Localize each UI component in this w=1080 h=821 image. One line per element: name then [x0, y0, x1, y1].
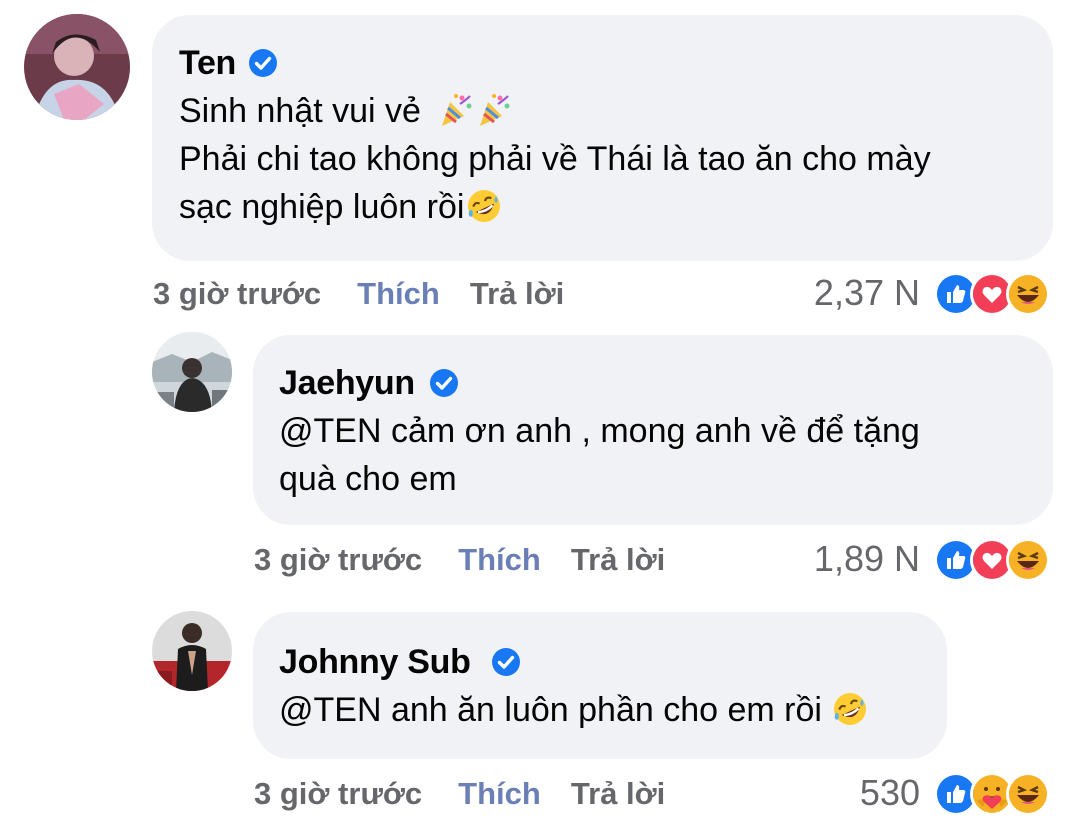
reaction-count[interactable]: 2,37 N — [814, 272, 920, 314]
avatar-jaehyun[interactable] — [152, 332, 232, 412]
reply-button[interactable]: Trả lời — [470, 276, 564, 312]
rolling-laughing-icon — [832, 691, 868, 727]
haha-icon — [1006, 272, 1050, 316]
comment-text-line: Sinh nhật vui vẻ — [179, 87, 1053, 135]
haha-icon — [1006, 538, 1050, 582]
avatar-ten[interactable] — [24, 14, 130, 120]
reaction-summary[interactable] — [934, 538, 1050, 582]
reaction-summary[interactable] — [934, 272, 1050, 316]
comment-text-line: @TEN cảm ơn anh , mong anh về để tặng — [279, 412, 920, 450]
like-button[interactable]: Thích — [458, 776, 541, 812]
comment-bubble-ten: Ten Sinh nhật vui vẻ Phải chi tao không … — [152, 15, 1053, 261]
comment-author[interactable]: Ten — [179, 44, 236, 83]
reply-button[interactable]: Trả lời — [571, 542, 665, 578]
comment-text-line: quà cho em — [279, 460, 457, 498]
comment-actions: 3 giờ trước Thích Trả lời — [153, 274, 564, 314]
comment-bubble-johnny: Johnny Sub @TEN anh ăn luôn phần cho em … — [253, 612, 947, 759]
comment-author[interactable]: Jaehyun — [279, 364, 415, 403]
reaction-summary[interactable] — [934, 772, 1050, 816]
party-popper-icon — [438, 92, 474, 128]
haha-icon — [1006, 772, 1050, 816]
party-popper-icon — [476, 92, 512, 128]
verified-badge-icon — [429, 368, 459, 398]
comment-text-line: @TEN anh ăn luôn phần cho em rồi — [279, 686, 947, 734]
comment-actions: 3 giờ trước Thích Trả lời — [254, 774, 665, 814]
rolling-laughing-icon — [466, 188, 502, 224]
comment-text-line: Phải chi tao không phải về Thái là tao ă… — [179, 140, 931, 178]
comment-timestamp[interactable]: 3 giờ trước — [254, 542, 422, 578]
comment-actions: 3 giờ trước Thích Trả lời — [254, 540, 665, 580]
comment-author[interactable]: Johnny Sub — [279, 643, 471, 682]
comment-timestamp[interactable]: 3 giờ trước — [254, 776, 422, 812]
like-button[interactable]: Thích — [458, 542, 541, 578]
comment-text-line: sạc nghiệp luôn rồi — [179, 183, 1053, 231]
verified-badge-icon — [248, 48, 278, 78]
comment-timestamp[interactable]: 3 giờ trước — [153, 276, 321, 312]
verified-badge-icon — [491, 647, 521, 677]
comment-bubble-jaehyun: Jaehyun @TEN cảm ơn anh , mong anh về để… — [253, 335, 1053, 525]
reaction-count[interactable]: 530 — [860, 772, 920, 814]
reply-button[interactable]: Trả lời — [571, 776, 665, 812]
like-button[interactable]: Thích — [357, 276, 440, 312]
avatar-johnny[interactable] — [152, 611, 232, 691]
reaction-count[interactable]: 1,89 N — [814, 538, 920, 580]
